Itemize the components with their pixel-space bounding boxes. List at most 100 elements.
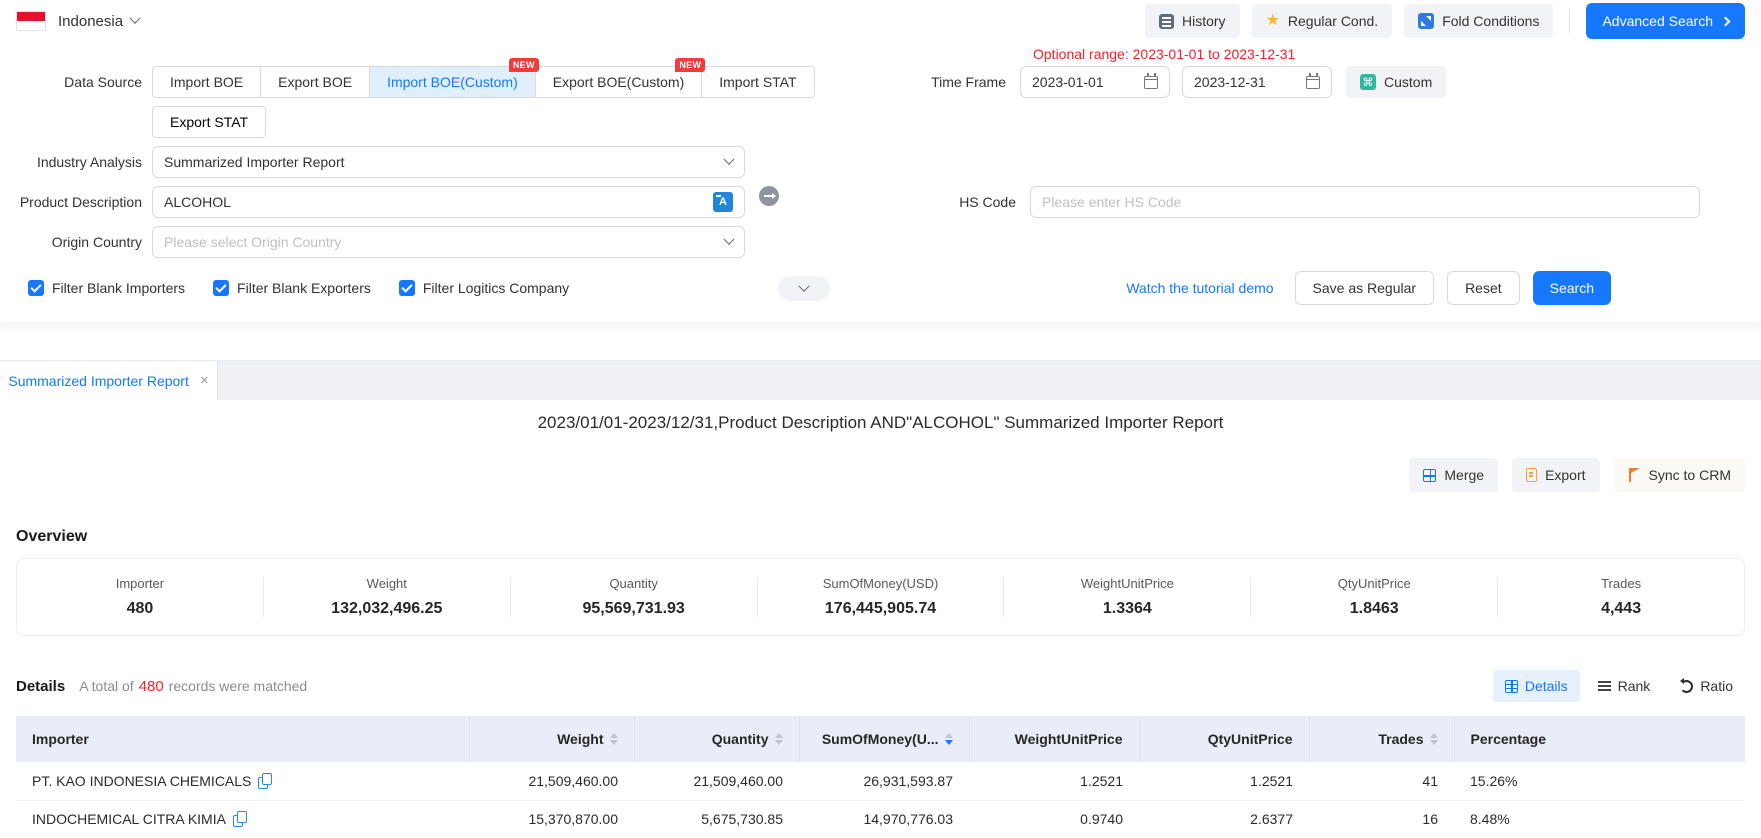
match-count: 480 (134, 678, 169, 695)
tab-summarized-importer-report[interactable]: Summarized Importer Report × (0, 361, 218, 400)
origin-country-label: Origin Country (0, 226, 152, 258)
country-selector[interactable]: Indonesia (58, 13, 123, 30)
sort-icon-active-desc[interactable] (945, 733, 953, 745)
hs-code-group: HS Code (880, 186, 1700, 218)
rank-icon (1598, 680, 1611, 692)
history-button[interactable]: History (1145, 4, 1240, 38)
chevron-right-icon (1721, 16, 1731, 26)
col-weight: Weight (469, 716, 634, 762)
chevron-down-icon (723, 234, 734, 245)
industry-analysis-select[interactable]: Summarized Importer Report (152, 146, 745, 178)
product-description-label: Product Description (0, 186, 152, 218)
tutorial-demo-link[interactable]: Watch the tutorial demo (1126, 280, 1273, 296)
divider (1569, 9, 1570, 33)
filter-logistics-company-checkbox[interactable]: Filter Logitics Company (399, 280, 569, 296)
sort-icon[interactable] (775, 733, 783, 745)
export-file-icon (1526, 468, 1537, 482)
col-importer: Importer (16, 716, 469, 762)
importer-name-link[interactable]: PT. KAO INDONESIA CHEMICALS (32, 773, 251, 789)
collapse-icon (1418, 13, 1434, 29)
chevron-down-icon (723, 154, 734, 165)
table-row: INDOCHEMICAL CITRA KIMIA 15,370,870.00 5… (16, 800, 1745, 838)
report-toolbar: Merge Export Sync to CRM (16, 458, 1745, 492)
col-sum-of-money: SumOfMoney(U... (799, 716, 969, 762)
regular-cond-button[interactable]: ★ Regular Cond. (1252, 4, 1393, 38)
new-badge: NEW (675, 58, 705, 72)
stat-importer: Importer 480 (17, 576, 263, 618)
stat-trades: Trades 4,443 (1498, 576, 1744, 618)
command-icon: ⌘ (1360, 74, 1376, 90)
stat-sum-of-money: SumOfMoney(USD) 176,445,905.74 (758, 576, 1004, 618)
copy-icon[interactable] (258, 773, 272, 789)
chevron-down-icon[interactable] (129, 13, 140, 24)
indonesia-flag-icon (16, 11, 46, 31)
tab-export-boe[interactable]: Export BOE (260, 66, 370, 98)
topbar: Indonesia History ★ Regular Cond. Fold C… (0, 0, 1761, 42)
close-icon[interactable]: × (200, 373, 209, 388)
tab-export-stat[interactable]: Export STAT (152, 106, 266, 138)
view-ratio-button[interactable]: Ratio (1668, 670, 1745, 702)
report-title: 2023/01/01-2023/12/31,Product Descriptio… (0, 413, 1761, 433)
stat-weight-unit-price: WeightUnitPrice 1.3364 (1004, 576, 1250, 618)
merge-button[interactable]: Merge (1409, 458, 1498, 492)
hs-code-label: HS Code (880, 186, 1030, 218)
end-date-input[interactable]: 2023-12-31 (1182, 66, 1332, 98)
translate-icon[interactable]: A (713, 192, 733, 212)
fold-conditions-button[interactable]: Fold Conditions (1404, 4, 1553, 38)
star-icon: ★ (1266, 13, 1280, 29)
search-button[interactable]: Search (1533, 271, 1611, 305)
hs-code-input[interactable] (1042, 194, 1688, 210)
custom-range-button[interactable]: ⌘ Custom (1346, 66, 1446, 98)
filter-blank-importers-checkbox[interactable]: Filter Blank Importers (28, 280, 185, 296)
checkbox-checked-icon (213, 280, 229, 296)
time-frame-group: Time Frame 2023-01-01 2023-12-31 ⌘ Custo… (865, 66, 1446, 98)
data-source-label: Data Source (0, 66, 152, 98)
pie-chart-icon (1680, 680, 1693, 693)
checkbox-checked-icon (399, 280, 415, 296)
table-icon (1505, 680, 1518, 693)
save-as-regular-button[interactable]: Save as Regular (1295, 271, 1435, 305)
table-row: PT. KAO INDONESIA CHEMICALS 21,509,460.0… (16, 762, 1745, 800)
tab-import-stat[interactable]: Import STAT (701, 66, 814, 98)
merge-icon (1423, 469, 1436, 482)
copy-icon[interactable] (233, 811, 247, 827)
flag-icon (1628, 468, 1641, 482)
sort-icon[interactable] (610, 733, 618, 745)
filter-blank-exporters-checkbox[interactable]: Filter Blank Exporters (213, 280, 371, 296)
tab-import-boe-custom[interactable]: Import BOE(Custom) NEW (369, 66, 536, 98)
product-description-value[interactable] (164, 194, 713, 210)
view-switcher: Details Rank Ratio (1493, 670, 1745, 702)
sync-to-crm-button[interactable]: Sync to CRM (1614, 458, 1745, 492)
chevron-down-icon (798, 280, 809, 291)
overview-stats-card: Importer 480 Weight 132,032,496.25 Quant… (16, 558, 1745, 636)
tab-export-boe-custom[interactable]: Export BOE(Custom) NEW (535, 66, 702, 98)
sort-icon[interactable] (1430, 733, 1438, 745)
start-date-input[interactable]: 2023-01-01 (1020, 66, 1170, 98)
search-form: Optional range: 2023-01-01 to 2023-12-31… (0, 42, 1761, 322)
reset-button[interactable]: Reset (1447, 271, 1520, 305)
checkbox-checked-icon (28, 280, 44, 296)
view-rank-button[interactable]: Rank (1586, 670, 1663, 702)
result-tabbar: Summarized Importer Report × (0, 360, 1761, 400)
col-weight-unit-price: WeightUnitPrice (969, 716, 1139, 762)
tab-import-boe[interactable]: Import BOE (152, 66, 261, 98)
exact-match-icon[interactable] (759, 186, 779, 206)
optional-range-hint: Optional range: 2023-01-01 to 2023-12-31 (1033, 46, 1295, 62)
col-percentage: Percentage (1454, 716, 1745, 762)
col-qty-unit-price: QtyUnitPrice (1139, 716, 1309, 762)
history-icon (1159, 14, 1174, 29)
details-heading: Details (16, 678, 65, 695)
stat-quantity: Quantity 95,569,731.93 (511, 576, 757, 618)
origin-country-select[interactable]: Please select Origin Country (152, 226, 745, 258)
product-description-input[interactable]: A (152, 186, 745, 218)
advanced-search-button[interactable]: Advanced Search (1586, 3, 1745, 39)
calendar-icon (1306, 76, 1320, 89)
importer-name-link[interactable]: INDOCHEMICAL CITRA KIMIA (32, 811, 226, 827)
filters-row: Filter Blank Importers Filter Blank Expo… (0, 272, 1761, 304)
view-details-button[interactable]: Details (1493, 670, 1580, 702)
table-header-row: Importer Weight Quantity SumOfMoney(U...… (16, 716, 1745, 762)
time-frame-label: Time Frame (865, 66, 1020, 98)
expand-conditions-button[interactable] (778, 276, 830, 301)
calendar-icon (1144, 76, 1158, 89)
export-button[interactable]: Export (1512, 458, 1599, 492)
